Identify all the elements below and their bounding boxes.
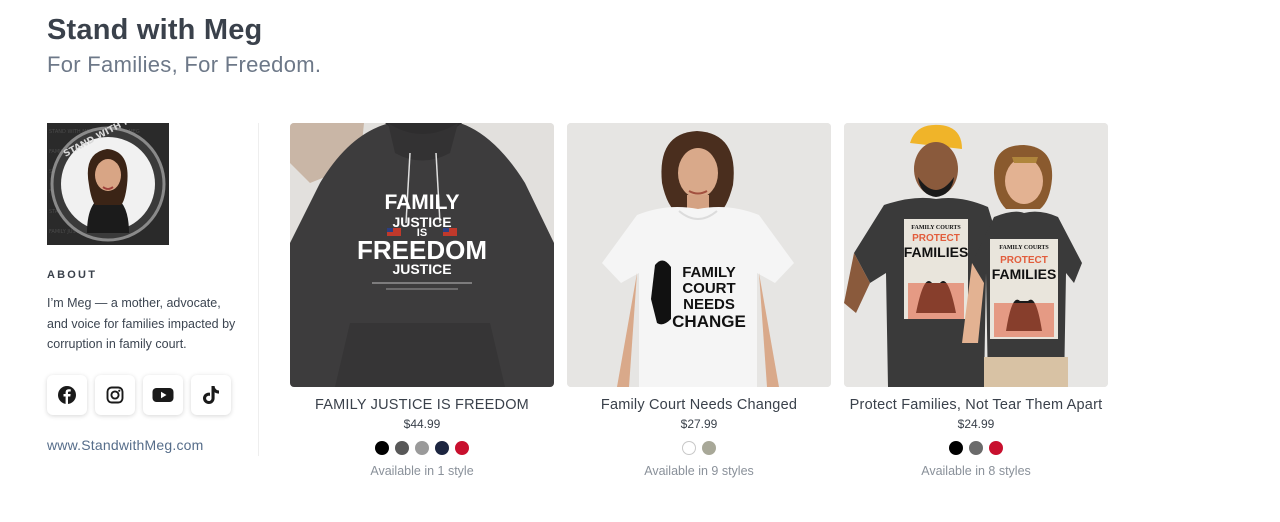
youtube-icon (152, 387, 174, 402)
page-subtitle: For Families, For Freedom. (47, 52, 322, 77)
couple-tees-image: FAMILY COURTS PROTECT FAMILIES FAMILY CO… (844, 123, 1108, 387)
tshirt-art-line-1: FAMILY (682, 264, 736, 281)
availability-text: Available in 8 styles (921, 464, 1031, 478)
tshirt-art-line-2: COURT (682, 280, 735, 297)
product-card[interactable]: FAMILY COURT NEEDS CHANGE Family Court N… (567, 123, 831, 478)
product-price: $44.99 (403, 417, 441, 431)
color-swatch[interactable] (702, 441, 716, 455)
color-swatch[interactable] (682, 441, 696, 455)
couple-art-woman-line-2: PROTECT (1000, 255, 1048, 266)
about-heading: ABOUT (47, 269, 98, 281)
sidebar: STAND WITH MEG STAND WITH MEG FAMILY JUS… (47, 123, 247, 453)
product-price: $27.99 (680, 417, 718, 431)
tshirt-art-line-4: CHANGE (672, 312, 746, 331)
product-name[interactable]: Protect Families, Not Tear Them Apart (844, 396, 1108, 414)
product-card[interactable]: FAMILY JUSTICE IS FREEDOM JUSTICE FAMILY… (290, 123, 554, 478)
product-name[interactable]: Family Court Needs Changed (567, 396, 831, 414)
about-text: I’m Meg — a mother, advocate, and voice … (47, 296, 236, 351)
couple-art-woman-line-1: FAMILY COURTS (999, 245, 1049, 251)
product-image[interactable]: FAMILY JUSTICE IS FREEDOM JUSTICE (290, 123, 554, 387)
tshirt-image: FAMILY COURT NEEDS CHANGE (567, 123, 831, 387)
hoodie-art-line-1: FAMILY (384, 191, 459, 214)
tshirt-art-line-3: NEEDS (683, 296, 735, 313)
youtube-button[interactable] (143, 374, 183, 415)
avatar-portrait: STAND WITH MEG STAND WITH MEG FAMILY JUS… (47, 123, 169, 245)
color-swatch[interactable] (415, 441, 429, 455)
couple-art-man-line-3: FAMILIES (904, 244, 969, 260)
facebook-button[interactable] (47, 374, 87, 415)
color-swatch[interactable] (395, 441, 409, 455)
hoodie-art-line-5: JUSTICE (392, 261, 451, 277)
color-swatch[interactable] (375, 441, 389, 455)
color-swatches (290, 441, 554, 455)
product-card[interactable]: FAMILY COURTS PROTECT FAMILIES FAMILY CO… (844, 123, 1108, 478)
facebook-icon (58, 385, 76, 404)
social-links (47, 374, 247, 415)
color-swatch[interactable] (969, 441, 983, 455)
product-price: $24.99 (957, 417, 995, 431)
product-name[interactable]: FAMILY JUSTICE IS FREEDOM (290, 396, 554, 414)
avatar: STAND WITH MEG STAND WITH MEG FAMILY JUS… (47, 123, 169, 245)
color-swatches (844, 441, 1108, 455)
couple-art-woman-line-3: FAMILIES (992, 266, 1057, 282)
tiktok-icon (203, 385, 219, 404)
page-header: Stand with Meg For Families, For Freedom… (47, 12, 321, 79)
website-link[interactable]: www.StandwithMeg.com (47, 437, 247, 453)
product-image[interactable]: FAMILY COURTS PROTECT FAMILIES FAMILY CO… (844, 123, 1108, 387)
color-swatches (567, 441, 831, 455)
sidebar-divider (258, 123, 259, 456)
instagram-icon (106, 386, 124, 403)
couple-art-man-line-1: FAMILY COURTS (911, 225, 961, 231)
couple-art-man-line-2: PROTECT (912, 233, 960, 244)
availability-text: Available in 9 styles (644, 464, 754, 478)
availability-text: Available in 1 style (370, 464, 474, 478)
instagram-button[interactable] (95, 374, 135, 415)
tiktok-button[interactable] (191, 374, 231, 415)
product-grid: FAMILY JUSTICE IS FREEDOM JUSTICE FAMILY… (290, 123, 1108, 478)
color-swatch[interactable] (455, 441, 469, 455)
color-swatch[interactable] (435, 441, 449, 455)
product-image[interactable]: FAMILY COURT NEEDS CHANGE (567, 123, 831, 387)
hoodie-image: FAMILY JUSTICE IS FREEDOM JUSTICE (290, 123, 554, 387)
page-title: Stand with Meg (47, 14, 263, 46)
color-swatch[interactable] (949, 441, 963, 455)
color-swatch[interactable] (989, 441, 1003, 455)
